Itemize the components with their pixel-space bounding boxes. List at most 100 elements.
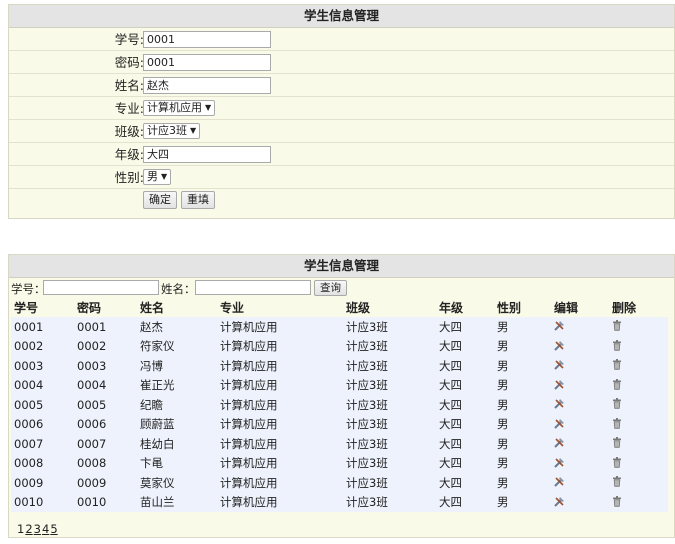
form-row-class: 班级: 计应3班 ▼ [9, 120, 674, 143]
cell-delete [609, 356, 668, 376]
password-input[interactable]: 0001 [143, 53, 271, 71]
edit-tools-icon[interactable] [554, 476, 565, 490]
page-link-4[interactable]: 4 [42, 522, 49, 536]
page-link-2[interactable]: 2 [25, 522, 32, 536]
gender-select-value: 男 [147, 170, 158, 183]
major-select[interactable]: 计算机应用 ▼ [143, 100, 216, 116]
major-select-value: 计算机应用 [147, 101, 202, 114]
dropdown-arrow-icon: ▼ [161, 172, 168, 181]
grade-label: 年级: [114, 147, 144, 162]
edit-tools-icon[interactable] [554, 437, 565, 451]
trash-icon[interactable] [612, 359, 622, 373]
edit-tools-icon[interactable] [554, 398, 565, 412]
gender-label: 性别: [114, 170, 144, 185]
cell-major: 计算机应用 [217, 473, 343, 493]
form-row-password: 密码: 0001 [9, 51, 674, 74]
column-header-edit: 编辑 [551, 298, 609, 317]
cell-grade: 大四 [436, 434, 494, 454]
edit-tools-icon[interactable] [554, 320, 565, 334]
cell-password: 0006 [74, 414, 137, 434]
cell-class: 计应3班 [343, 434, 436, 454]
cell-grade: 大四 [436, 395, 494, 415]
cell-major: 计算机应用 [217, 336, 343, 356]
cell-id: 0004 [11, 375, 74, 395]
cell-name: 赵杰 [137, 317, 217, 337]
cell-name: 崔正光 [137, 375, 217, 395]
cell-class: 计应3班 [343, 336, 436, 356]
trash-icon[interactable] [612, 339, 622, 354]
search-id-input[interactable] [43, 280, 159, 295]
cell-password: 0003 [74, 356, 137, 376]
cell-delete [609, 336, 668, 356]
form-row-gender: 性别: 男 ▼ [9, 166, 674, 189]
cell-password: 0010 [74, 492, 137, 512]
cell-grade: 大四 [436, 473, 494, 493]
cell-edit [551, 395, 609, 415]
column-header-password: 密码 [74, 298, 137, 317]
cell-gender: 男 [494, 473, 551, 493]
student-id-input[interactable]: 0001 [143, 30, 271, 48]
trash-icon[interactable] [612, 417, 622, 432]
trash-icon[interactable] [612, 456, 622, 471]
cell-edit [551, 414, 609, 434]
column-header-id: 学号 [11, 298, 74, 317]
trash-icon[interactable] [612, 398, 622, 412]
name-input[interactable]: 赵杰 [143, 76, 271, 94]
form-title: 学生信息管理 [9, 5, 674, 28]
edit-tools-icon[interactable] [554, 496, 565, 510]
page-link-3[interactable]: 3 [34, 522, 41, 536]
cell-grade: 大四 [436, 492, 494, 512]
search-button[interactable]: 查询 [314, 280, 347, 296]
cell-delete [609, 375, 668, 395]
edit-tools-icon[interactable] [554, 379, 565, 393]
cell-id: 0006 [11, 414, 74, 434]
edit-tools-icon[interactable] [554, 418, 565, 432]
trash-icon[interactable] [612, 437, 622, 451]
class-select-value: 计应3班 [147, 124, 187, 137]
dropdown-arrow-icon: ▼ [205, 103, 212, 112]
cell-delete [609, 434, 668, 454]
edit-tools-icon[interactable] [554, 457, 565, 471]
cell-gender: 男 [494, 356, 551, 376]
cell-id: 0002 [11, 336, 74, 356]
cell-class: 计应3班 [343, 414, 436, 434]
gender-select[interactable]: 男 ▼ [143, 169, 172, 185]
trash-icon[interactable] [612, 495, 622, 510]
trash-icon[interactable] [612, 476, 622, 490]
page-link-1[interactable]: 1 [17, 522, 24, 536]
dropdown-arrow-icon: ▼ [190, 126, 197, 135]
reset-button[interactable]: 重填 [181, 191, 215, 209]
cell-gender: 男 [494, 453, 551, 473]
cell-class: 计应3班 [343, 453, 436, 473]
class-select[interactable]: 计应3班 ▼ [143, 123, 201, 139]
edit-tools-icon[interactable] [554, 359, 565, 373]
grade-input[interactable]: 大四 [143, 145, 271, 163]
name-label: 姓名: [114, 78, 144, 93]
search-name-input[interactable] [195, 280, 311, 295]
cell-class: 计应3班 [343, 356, 436, 376]
trash-icon[interactable] [612, 378, 622, 393]
trash-icon[interactable] [612, 320, 622, 334]
cell-grade: 大四 [436, 375, 494, 395]
cell-delete [609, 473, 668, 493]
cell-gender: 男 [494, 414, 551, 434]
cell-edit [551, 336, 609, 356]
search-name-label: 姓名： [161, 282, 196, 296]
edit-tools-icon[interactable] [554, 340, 565, 354]
table-row: 0002 0002 符家仪 计算机应用 计应3班 大四男 [11, 336, 668, 356]
page-link-5[interactable]: 5 [50, 522, 57, 536]
cell-id: 0003 [11, 356, 74, 376]
class-label: 班级: [114, 124, 144, 139]
table-row: 0009 0009 莫家仪 计算机应用 计应3班 大四男 [11, 473, 668, 493]
cell-gender: 男 [494, 395, 551, 415]
column-header-name: 姓名 [137, 298, 217, 317]
confirm-button[interactable]: 确定 [143, 191, 177, 209]
form-row-buttons: 确定 重填 [9, 189, 674, 212]
cell-password: 0005 [74, 395, 137, 415]
table-row: 0004 0004 崔正光 计算机应用 计应3班 大四男 [11, 375, 668, 395]
cell-id: 0010 [11, 492, 74, 512]
cell-delete [609, 395, 668, 415]
major-label: 专业: [114, 101, 144, 116]
cell-grade: 大四 [436, 453, 494, 473]
cell-class: 计应3班 [343, 473, 436, 493]
